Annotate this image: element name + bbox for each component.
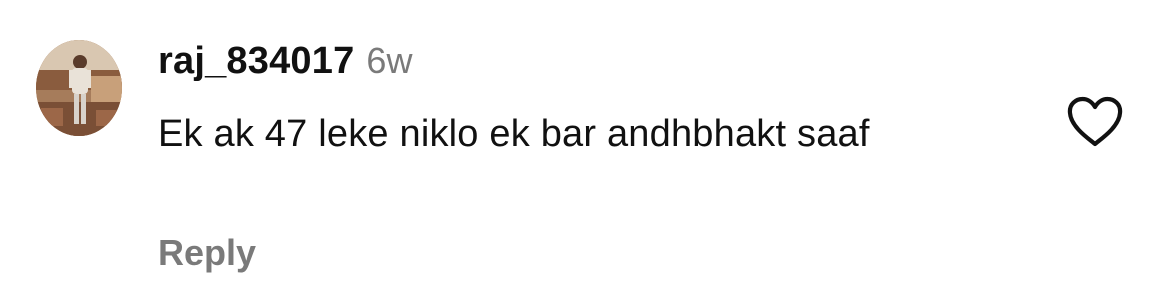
comment-header: raj_834017 6w (158, 40, 412, 84)
like-button[interactable] (1066, 96, 1124, 148)
timestamp: 6w (366, 40, 413, 81)
comment-text: Ek ak 47 leke niklo ek bar andhbhakt saa… (158, 113, 870, 155)
username[interactable]: raj_834017 (158, 40, 354, 83)
avatar[interactable] (36, 40, 122, 136)
heart-outline-icon (1066, 96, 1124, 148)
reply-button[interactable]: Reply (158, 232, 256, 274)
comment-item: raj_834017 6w Ek ak 47 leke niklo ek bar… (0, 0, 1159, 286)
